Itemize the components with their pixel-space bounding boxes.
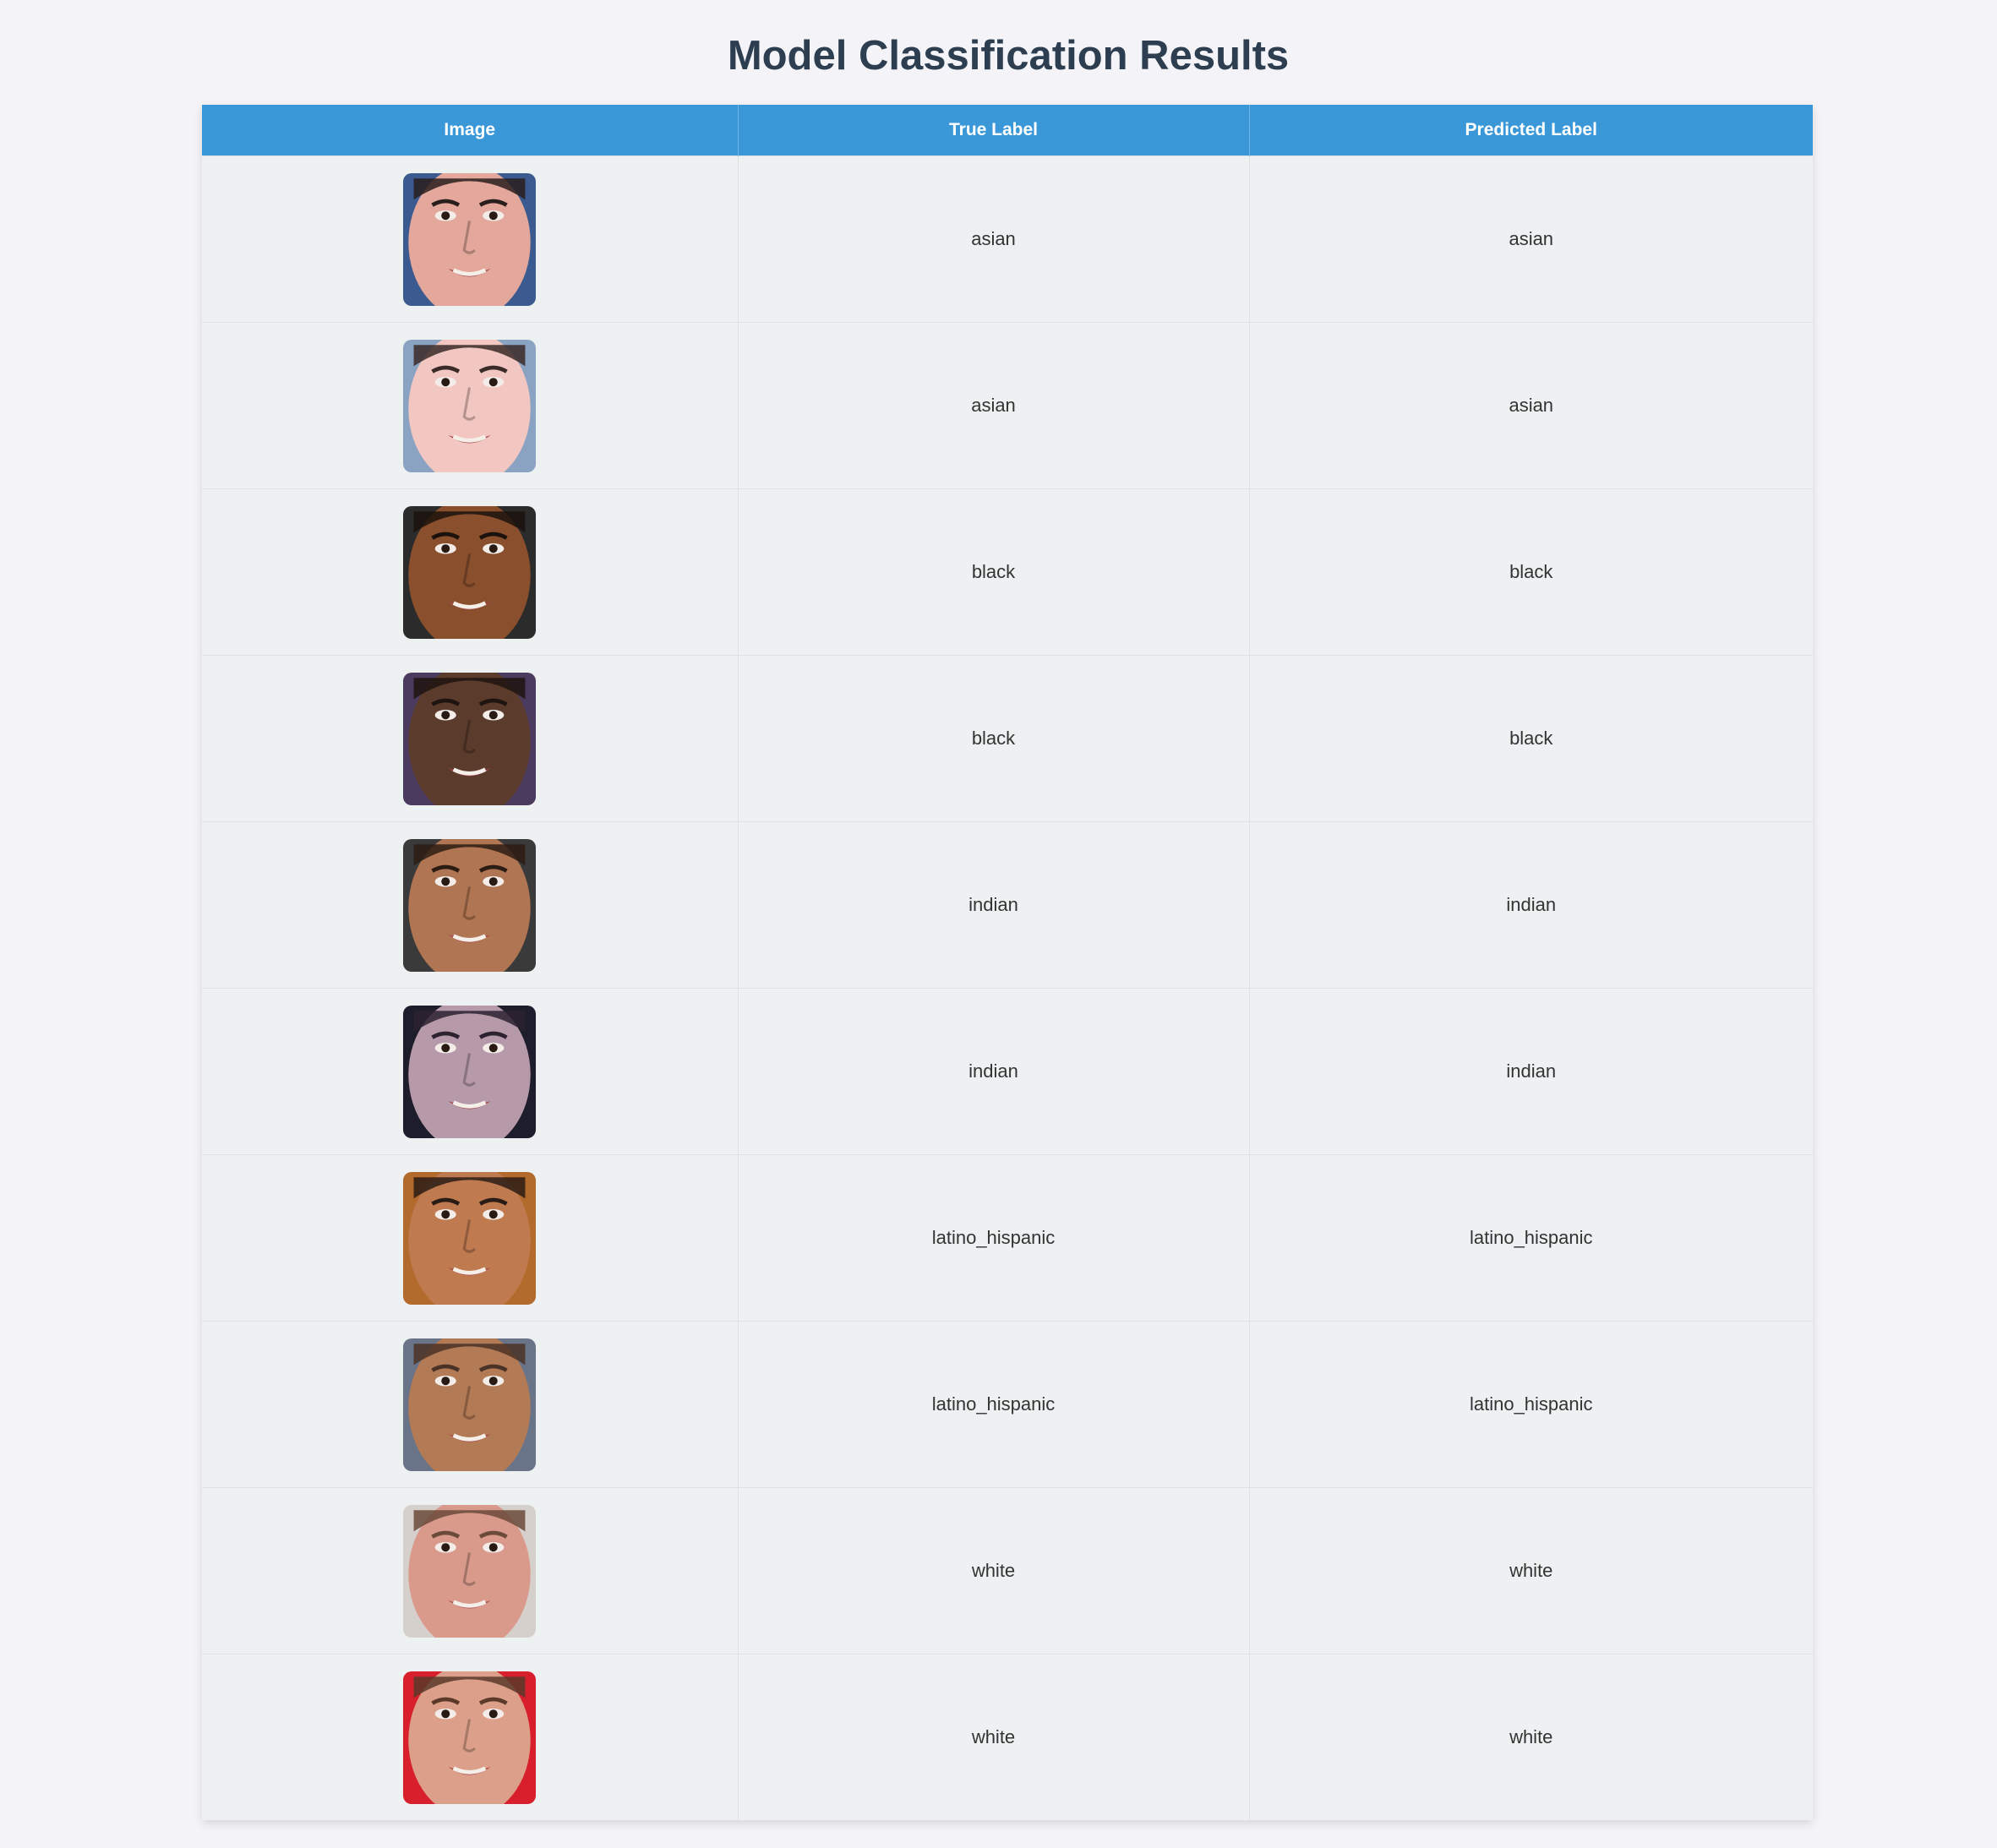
column-header-true-label[interactable]: True Label xyxy=(738,105,1250,156)
predicted-label-cell: black xyxy=(1249,655,1813,822)
table-row[interactable]: black black xyxy=(202,655,1813,822)
header-row: Image True Label Predicted Label xyxy=(202,105,1813,156)
table-header: Image True Label Predicted Label xyxy=(202,105,1813,156)
image-cell xyxy=(202,988,739,1155)
face-thumbnail xyxy=(403,505,537,639)
face-thumbnail xyxy=(403,1005,537,1138)
table-row[interactable]: latino_hispanic latino_hispanic xyxy=(202,1154,1813,1322)
true-label-cell: asian xyxy=(738,155,1250,323)
image-cell xyxy=(202,1487,739,1654)
true-label-cell: white xyxy=(738,1487,1250,1654)
table-row[interactable]: latino_hispanic latino_hispanic xyxy=(202,1321,1813,1488)
predicted-label-cell: white xyxy=(1249,1487,1813,1654)
image-cell xyxy=(202,1321,739,1488)
predicted-label-cell: black xyxy=(1249,488,1813,656)
image-cell xyxy=(202,655,739,822)
image-cell xyxy=(202,488,739,656)
image-cell xyxy=(202,1654,739,1820)
face-thumbnail xyxy=(403,1671,537,1804)
table-row[interactable]: white white xyxy=(202,1654,1813,1820)
predicted-label-cell: asian xyxy=(1249,155,1813,323)
image-cell xyxy=(202,821,739,989)
table-row[interactable]: asian asian xyxy=(202,155,1813,323)
predicted-label-cell: latino_hispanic xyxy=(1249,1154,1813,1322)
predicted-label-cell: indian xyxy=(1249,988,1813,1155)
predicted-label-cell: indian xyxy=(1249,821,1813,989)
true-label-cell: latino_hispanic xyxy=(738,1321,1250,1488)
face-thumbnail xyxy=(403,838,537,972)
table-row[interactable]: asian asian xyxy=(202,322,1813,489)
true-label-cell: asian xyxy=(738,322,1250,489)
true-label-cell: black xyxy=(738,655,1250,822)
true-label-cell: indian xyxy=(738,988,1250,1155)
table-row[interactable]: white white xyxy=(202,1487,1813,1654)
predicted-label-cell: latino_hispanic xyxy=(1249,1321,1813,1488)
predicted-label-cell: white xyxy=(1249,1654,1813,1820)
results-table: Image True Label Predicted Label asian as… xyxy=(202,105,1813,1820)
face-thumbnail xyxy=(403,1338,537,1471)
true-label-cell: black xyxy=(738,488,1250,656)
column-header-predicted-label[interactable]: Predicted Label xyxy=(1249,105,1813,156)
image-cell xyxy=(202,322,739,489)
table-row[interactable]: black black xyxy=(202,488,1813,656)
true-label-cell: latino_hispanic xyxy=(738,1154,1250,1322)
page-title: Model Classification Results xyxy=(727,33,1290,79)
true-label-cell: indian xyxy=(738,821,1250,989)
table-row[interactable]: indian indian xyxy=(202,988,1813,1155)
predicted-label-cell: asian xyxy=(1249,322,1813,489)
face-thumbnail xyxy=(403,1171,537,1305)
column-header-image[interactable]: Image xyxy=(202,105,739,156)
image-cell xyxy=(202,155,739,323)
face-thumbnail xyxy=(403,172,537,306)
table-body: asian asian asian asian black black black black… xyxy=(202,155,1813,1820)
face-thumbnail xyxy=(403,672,537,805)
image-cell xyxy=(202,1154,739,1322)
true-label-cell: white xyxy=(738,1654,1250,1820)
table-row[interactable]: indian indian xyxy=(202,821,1813,989)
face-thumbnail xyxy=(403,339,537,472)
face-thumbnail xyxy=(403,1504,537,1638)
